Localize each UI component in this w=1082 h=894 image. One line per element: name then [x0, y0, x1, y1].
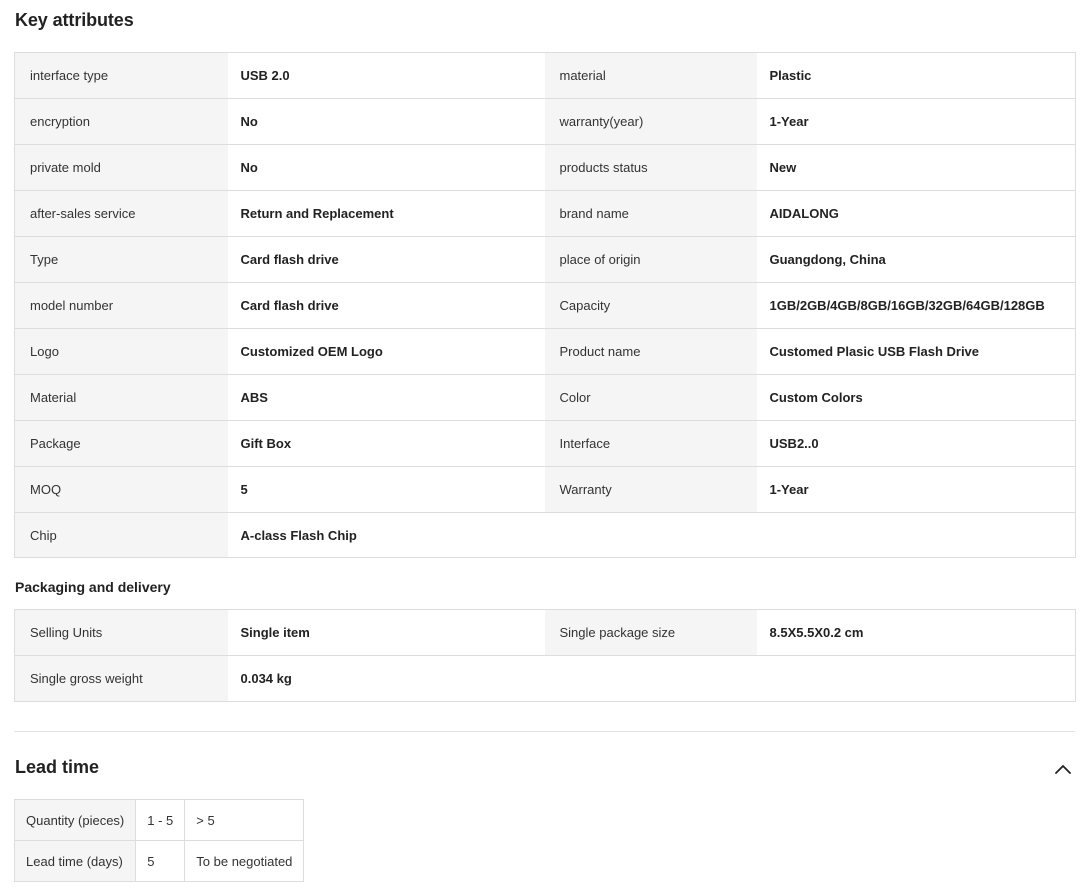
attribute-label: MOQ — [14, 466, 228, 513]
quantity-range: > 5 — [184, 799, 305, 841]
lead-time-days-row: Lead time (days) 5 To be negotiated — [13, 840, 305, 882]
attribute-row: after-sales service Return and Replacemen… — [14, 190, 1076, 237]
attribute-value: AIDALONG — [756, 190, 1076, 237]
attribute-row: Chip A-class Flash Chip — [14, 512, 1076, 558]
attribute-label: private mold — [14, 144, 228, 191]
lead-days-label: Lead time (days) — [13, 840, 137, 882]
attribute-label: products status — [544, 144, 757, 191]
key-attributes-heading: Key attributes — [15, 10, 134, 30]
attribute-row: Single gross weight 0.034 kg — [14, 655, 1076, 702]
attribute-value: Single item — [227, 609, 545, 656]
empty-cell — [544, 655, 757, 702]
attribute-label: Chip — [14, 512, 228, 558]
empty-cell — [544, 512, 757, 558]
attribute-label: Selling Units — [14, 609, 228, 656]
product-details-page: Key attributes interface type USB 2.0 mate… — [0, 0, 1082, 894]
attribute-row: encryption No warranty(year) 1-Year — [14, 98, 1076, 145]
attribute-label: Interface — [544, 420, 757, 467]
attribute-label: warranty(year) — [544, 98, 757, 145]
attribute-value: No — [227, 98, 545, 145]
attribute-label: material — [544, 52, 757, 99]
attribute-value: New — [756, 144, 1076, 191]
attribute-label: Type — [14, 236, 228, 283]
attribute-value: 0.034 kg — [227, 655, 545, 702]
attribute-label: model number — [14, 282, 228, 329]
attribute-row: interface type USB 2.0 material Plastic — [14, 52, 1076, 99]
lead-days-value: To be negotiated — [184, 840, 305, 882]
attribute-value: Gift Box — [227, 420, 545, 467]
attribute-label: brand name — [544, 190, 757, 237]
attribute-label: Warranty — [544, 466, 757, 513]
quantity-range: 1 - 5 — [135, 799, 186, 841]
chevron-up-icon[interactable] — [1052, 760, 1074, 778]
key-attributes-table: interface type USB 2.0 material Plastic encr… — [14, 52, 1076, 558]
attribute-label: Logo — [14, 328, 228, 375]
attribute-label: Package — [14, 420, 228, 467]
section-divider — [14, 731, 1075, 732]
attribute-value: Customed Plasic USB Flash Drive — [756, 328, 1076, 375]
attribute-value: 1-Year — [756, 466, 1076, 513]
attribute-label: encryption — [14, 98, 228, 145]
lead-time-table: Quantity (pieces) 1 - 5 > 5 Lead time (d… — [13, 799, 305, 882]
attribute-row: Material ABS Color Custom Colors — [14, 374, 1076, 421]
attribute-row: model number Card flash drive Capacity 1GB/… — [14, 282, 1076, 329]
attribute-value: 5 — [227, 466, 545, 513]
attribute-value: 1-Year — [756, 98, 1076, 145]
attribute-row: Logo Customized OEM Logo Product name Custo… — [14, 328, 1076, 375]
packaging-heading: Packaging and delivery — [15, 579, 171, 595]
attribute-value: Plastic — [756, 52, 1076, 99]
lead-time-heading: Lead time — [15, 757, 100, 777]
attribute-value: 8.5X5.5X0.2 cm — [756, 609, 1076, 656]
attribute-label: Capacity — [544, 282, 757, 329]
attribute-label: Color — [544, 374, 757, 421]
attribute-value: Guangdong, China — [756, 236, 1076, 283]
attribute-value: A-class Flash Chip — [227, 512, 545, 558]
attribute-label: Single package size — [544, 609, 757, 656]
attribute-row: Selling Units Single item Single package s… — [14, 609, 1076, 656]
attribute-value: 1GB/2GB/4GB/8GB/16GB/32GB/64GB/128GB — [756, 282, 1076, 329]
empty-cell — [756, 655, 1076, 702]
attribute-value: USB 2.0 — [227, 52, 545, 99]
attribute-value: No — [227, 144, 545, 191]
attribute-label: Single gross weight — [14, 655, 228, 702]
attribute-row: MOQ 5 Warranty 1-Year — [14, 466, 1076, 513]
lead-time-quantity-row: Quantity (pieces) 1 - 5 > 5 — [13, 799, 305, 841]
attribute-value: USB2..0 — [756, 420, 1076, 467]
empty-cell — [756, 512, 1076, 558]
attribute-row: Package Gift Box Interface USB2..0 — [14, 420, 1076, 467]
attribute-label: Material — [14, 374, 228, 421]
attribute-label: after-sales service — [14, 190, 228, 237]
packaging-table: Selling Units Single item Single package s… — [14, 609, 1076, 702]
attribute-label: place of origin — [544, 236, 757, 283]
attribute-value: Card flash drive — [227, 236, 545, 283]
attribute-value: Customized OEM Logo — [227, 328, 545, 375]
attribute-label: Product name — [544, 328, 757, 375]
attribute-row: private mold No products status New — [14, 144, 1076, 191]
attribute-label: interface type — [14, 52, 228, 99]
lead-days-value: 5 — [135, 840, 186, 882]
attribute-row: Type Card flash drive place of origin Guang… — [14, 236, 1076, 283]
attribute-value: Return and Replacement — [227, 190, 545, 237]
attribute-value: Custom Colors — [756, 374, 1076, 421]
attribute-value: Card flash drive — [227, 282, 545, 329]
attribute-value: ABS — [227, 374, 545, 421]
quantity-label: Quantity (pieces) — [13, 799, 137, 841]
